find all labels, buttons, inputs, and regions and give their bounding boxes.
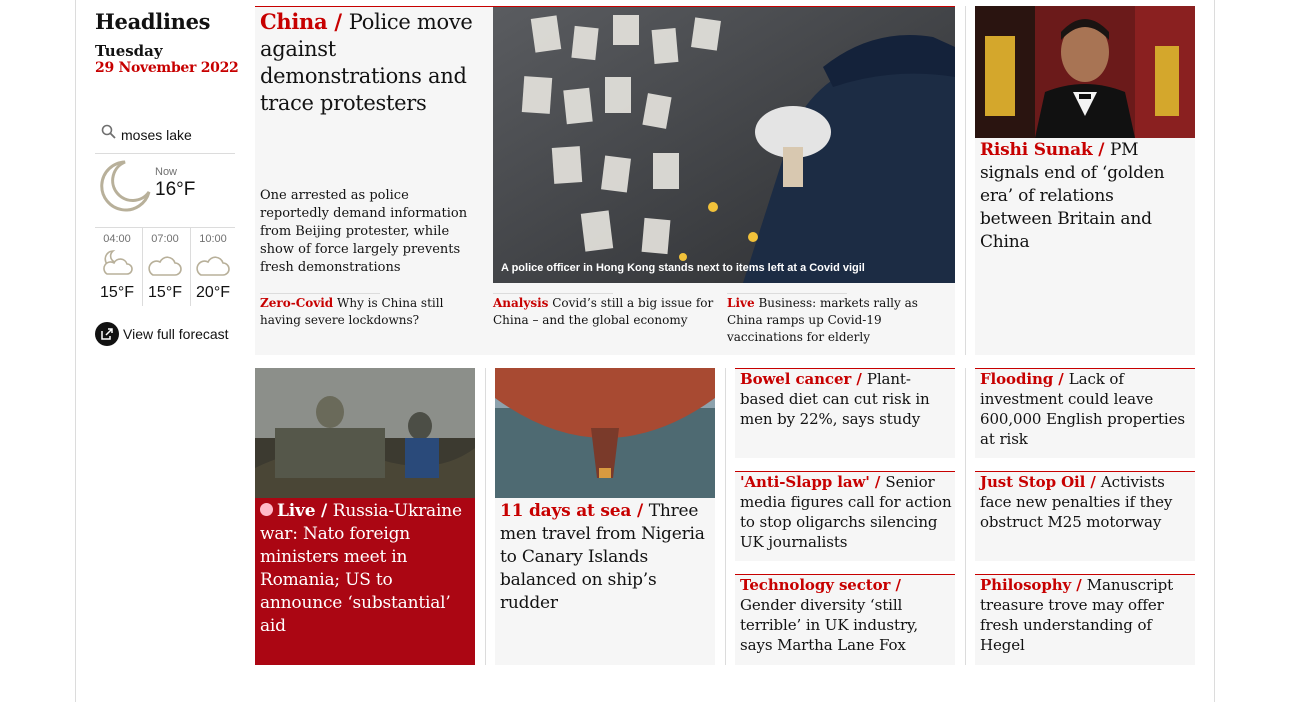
search-icon <box>101 124 116 139</box>
sunak-photo <box>975 6 1195 138</box>
slapp-headline: 'Anti-Slapp law' / Senior media figures … <box>740 473 952 551</box>
location-input[interactable] <box>121 124 231 146</box>
forecast-slot: 10:00 20°F <box>191 228 239 306</box>
sublink-text: Business: markets rally as China ramps u… <box>727 296 918 344</box>
full-forecast-label: View full forecast <box>123 326 229 342</box>
forecast-time: 07:00 <box>151 233 179 245</box>
forecast-slot: 07:00 15°F <box>143 228 191 306</box>
date-full: 29 November 2022 <box>95 60 239 76</box>
now-temperature: 16°F <box>155 179 196 200</box>
top-story-caption: A police officer in Hong Kong stands nex… <box>501 262 865 274</box>
sublink-zero-covid[interactable]: Zero-Covid Why is China still having sev… <box>260 293 480 329</box>
divider <box>493 293 613 294</box>
ukraine-kicker: Live <box>277 501 316 521</box>
ship-kicker: 11 days at sea <box>500 501 632 521</box>
cloud-icon <box>196 256 230 276</box>
divider <box>260 293 380 294</box>
bowel-kicker: Bowel cancer <box>740 370 852 388</box>
tech-kicker: Technology sector <box>740 576 891 594</box>
column-divider <box>965 368 966 665</box>
vigil-photo <box>493 7 955 283</box>
philosophy-headline: Philosophy / Manuscript treasure trove m… <box>980 576 1174 654</box>
flooding-card[interactable]: Flooding / Lack of investment could leav… <box>975 368 1195 458</box>
ship-headline: 11 days at sea / Three men travel from N… <box>500 501 705 613</box>
date-day: Tuesday <box>95 42 163 60</box>
technology-card[interactable]: Technology sector / Gender diversity ‘st… <box>735 574 955 665</box>
sunak-kicker: Rishi Sunak <box>980 140 1093 160</box>
cloud-icon <box>148 256 182 276</box>
ukraine-title: Russia-Ukraine war: Nato foreign ministe… <box>260 501 462 636</box>
bowel-headline: Bowel cancer / Plant-based diet can cut … <box>740 370 930 428</box>
tech-headline: Technology sector / Gender diversity ‘st… <box>740 576 919 654</box>
forecast-time: 04:00 <box>103 233 131 245</box>
forecast-time: 10:00 <box>199 233 227 245</box>
column-divider <box>485 368 486 665</box>
forecast-slot: 04:00 15°F <box>95 228 143 306</box>
tech-title: Gender diversity ‘still terrible’ in UK … <box>740 596 919 654</box>
section-title: Headlines <box>95 9 211 34</box>
anti-slapp-card[interactable]: 'Anti-Slapp law' / Senior media figures … <box>735 471 955 561</box>
jso-kicker: Just Stop Oil <box>980 473 1086 491</box>
slapp-kicker: 'Anti-Slapp law' <box>740 473 870 491</box>
now-label: Now <box>155 166 178 178</box>
sublink-analysis[interactable]: Analysis Covid’s still a big issue for C… <box>493 293 718 329</box>
view-full-forecast-link[interactable]: View full forecast <box>95 321 229 347</box>
philosophy-kicker: Philosophy <box>980 576 1072 594</box>
live-dot-icon <box>260 503 273 516</box>
sublink-kicker: Live <box>727 296 755 310</box>
forecast-temp: 15°F <box>100 284 134 301</box>
sublink-kicker: Analysis <box>493 296 549 310</box>
sunak-story-card[interactable]: Rishi Sunak / PM signals end of ‘golden … <box>975 6 1195 355</box>
divider <box>727 293 847 294</box>
forecast-temp: 15°F <box>148 284 182 301</box>
current-weather: Now 16°F <box>95 154 235 228</box>
flooding-kicker: Flooding <box>980 370 1054 388</box>
philosophy-card[interactable]: Philosophy / Manuscript treasure trove m… <box>975 574 1195 665</box>
sublink-kicker: Zero-Covid <box>260 296 334 310</box>
flooding-headline: Flooding / Lack of investment could leav… <box>980 370 1185 448</box>
ship-photo <box>495 368 715 498</box>
ship-rudder-card[interactable]: 11 days at sea / Three men travel from N… <box>495 368 715 665</box>
top-story-headline[interactable]: China / Police move against demonstratio… <box>260 8 486 117</box>
moon-icon <box>100 160 151 212</box>
sublink-live-business[interactable]: Live Business: markets rally as China ra… <box>727 293 949 346</box>
column-divider <box>965 6 966 355</box>
sunak-headline[interactable]: Rishi Sunak / PM signals end of ‘golden … <box>980 139 1190 254</box>
forecast-temp: 20°F <box>196 284 230 301</box>
just-stop-oil-card[interactable]: Just Stop Oil / Activists face new penal… <box>975 471 1195 561</box>
top-story-standfirst: One arrested as police reportedly demand… <box>260 188 468 275</box>
ukraine-headline: Live / Russia-Ukraine war: Nato foreign … <box>260 501 462 636</box>
bowel-cancer-card[interactable]: Bowel cancer / Plant-based diet can cut … <box>735 368 955 458</box>
column-divider <box>725 368 726 665</box>
partly-cloudy-night-icon <box>103 250 133 275</box>
weather-location-search[interactable] <box>95 118 235 154</box>
ukraine-live-card[interactable]: Live / Russia-Ukraine war: Nato foreign … <box>255 368 475 665</box>
top-story-kicker: China <box>260 9 328 34</box>
hourly-forecast: 04:00 15°F 07:00 15°F 10:00 20°F <box>95 228 239 306</box>
external-link-icon <box>95 322 119 346</box>
ukraine-photo <box>255 368 475 498</box>
top-story-image[interactable]: A police officer in Hong Kong stands nex… <box>493 7 955 283</box>
jso-headline: Just Stop Oil / Activists face new penal… <box>980 473 1173 531</box>
